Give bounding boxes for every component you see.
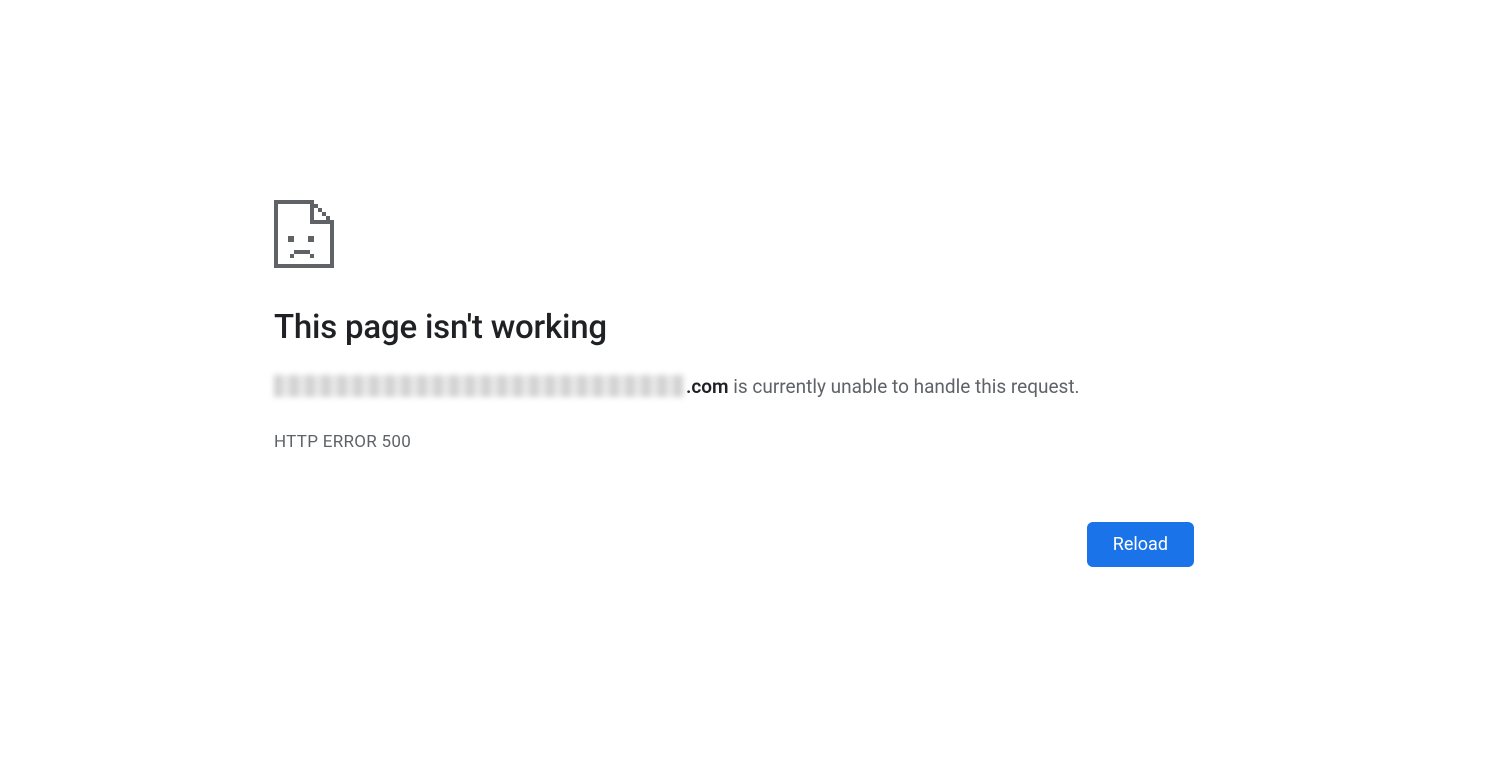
error-message: .com is currently unable to handle this … (274, 373, 1194, 402)
reload-button[interactable]: Reload (1087, 522, 1194, 567)
button-row: Reload (274, 522, 1194, 567)
error-title: This page isn't working (274, 308, 1194, 347)
error-code: HTTP ERROR 500 (274, 432, 1194, 452)
error-page: This page isn't working .com is currentl… (274, 200, 1194, 567)
sad-page-icon (274, 200, 334, 268)
error-icon-wrap (274, 200, 1194, 268)
error-message-tail: is currently unable to handle this reque… (729, 375, 1080, 398)
redacted-domain (274, 375, 684, 397)
domain-suffix: .com (686, 375, 729, 398)
